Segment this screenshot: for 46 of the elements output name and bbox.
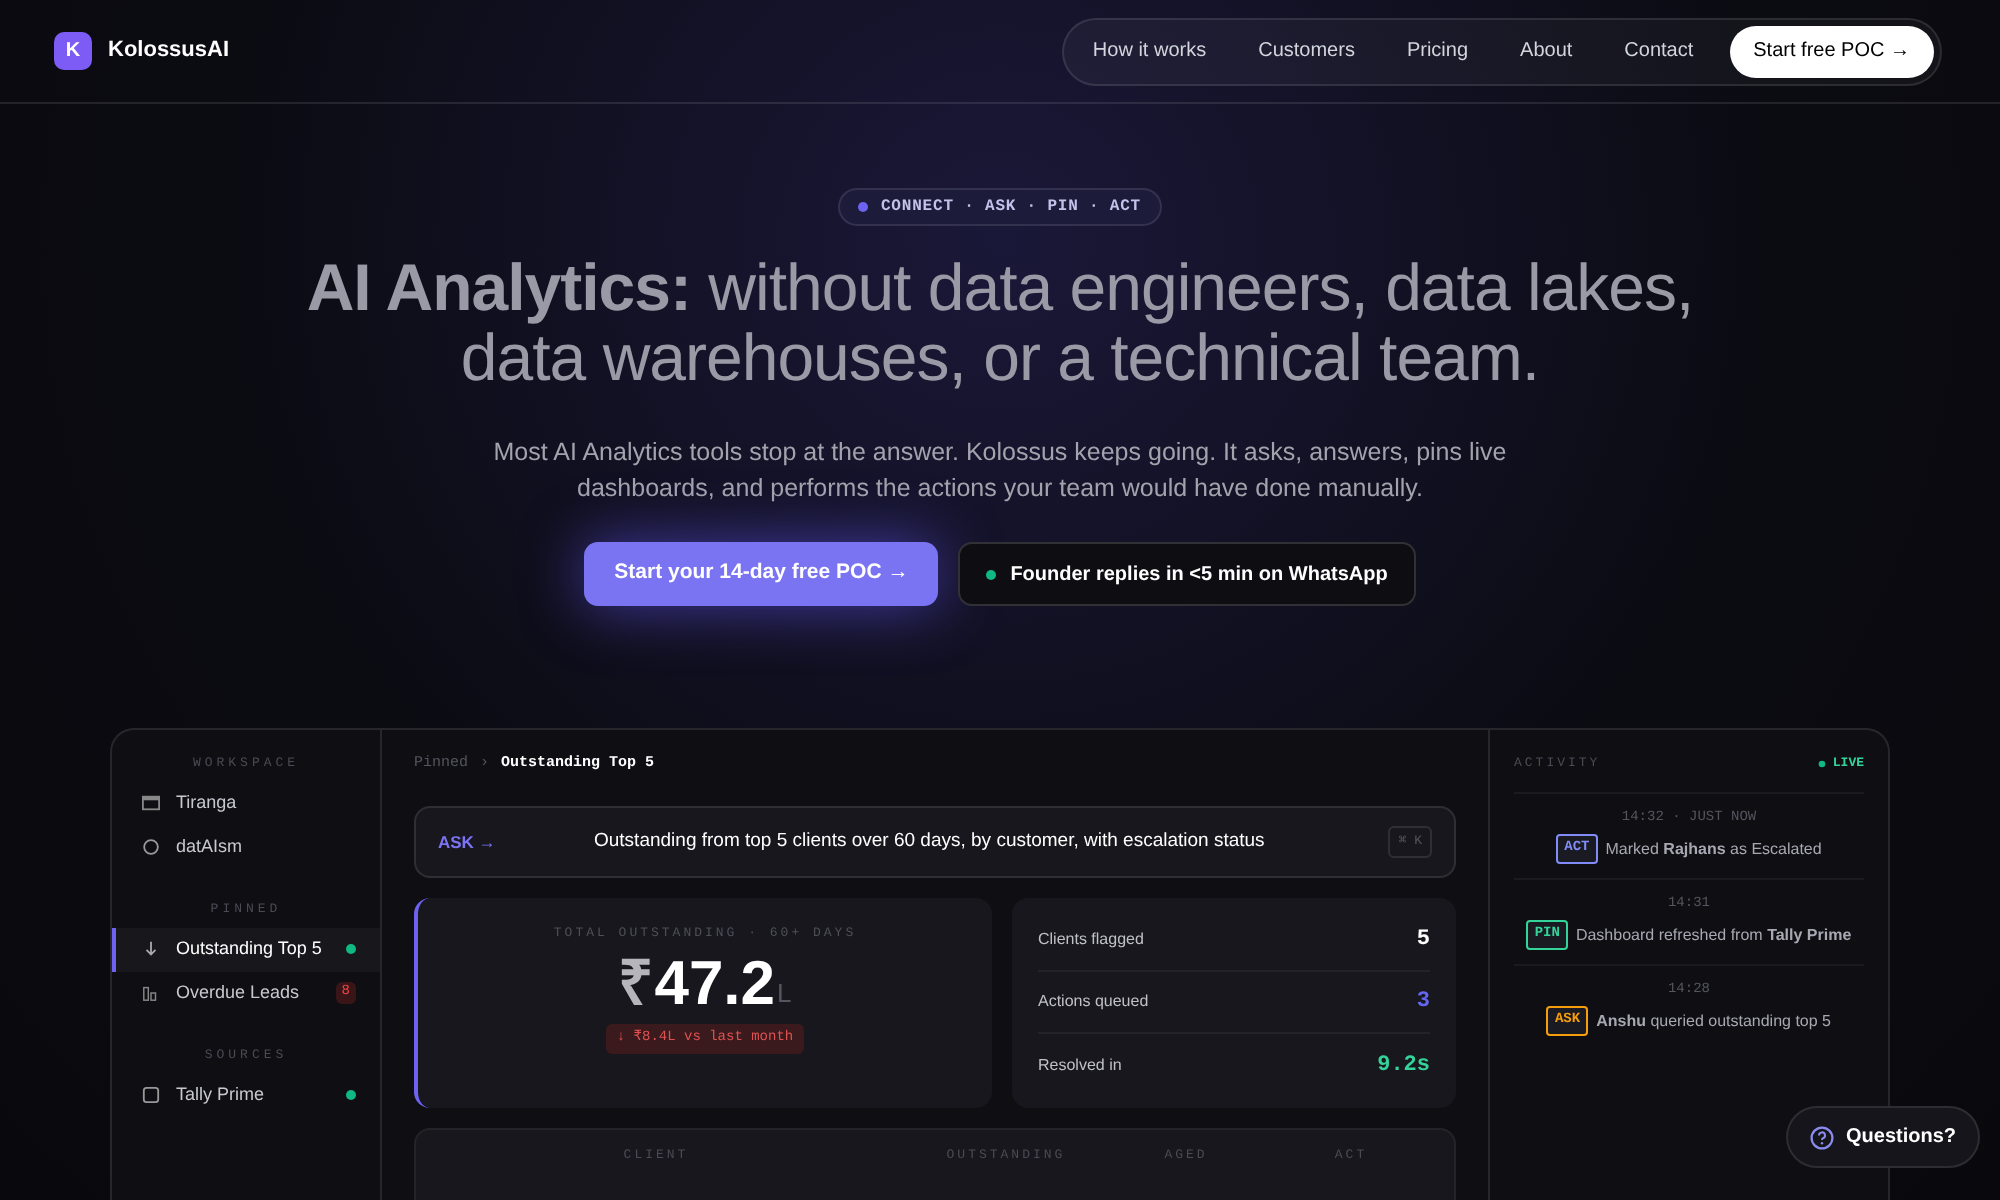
logo-mark: K	[54, 32, 92, 70]
sidebar-item[interactable]: Tiranga	[112, 781, 380, 826]
nav-link[interactable]: Pricing	[1386, 36, 1489, 66]
square-icon	[142, 1085, 160, 1104]
stat-label: Actions queued	[1038, 990, 1149, 1015]
bar-chart-icon	[142, 984, 160, 1002]
stat-label: Clients flagged	[1038, 928, 1144, 953]
sidebar-item[interactable]: Outstanding Top 5	[112, 927, 380, 971]
item-label: Tally Prime	[176, 1081, 267, 1108]
stat-value: 3	[1416, 988, 1430, 1019]
arrow-down-icon	[142, 940, 160, 958]
window-icon	[142, 794, 160, 813]
circle-icon	[142, 838, 160, 857]
event-text: Dashboard refreshed from Tally Prime	[1575, 923, 1852, 947]
kpi-value: 47.2	[654, 948, 776, 1021]
stat-label: Resolved in	[1038, 1053, 1122, 1078]
item-label: datAIsm	[176, 834, 245, 860]
live-dot-icon	[1818, 759, 1827, 768]
item-label: Tiranga	[176, 790, 239, 816]
event-text: Marked Rajhans as Escalated	[1605, 837, 1822, 861]
whatsapp-button[interactable]: Founder replies in <5 min on WhatsApp	[958, 542, 1416, 606]
nav-link[interactable]: Customers	[1238, 36, 1375, 66]
start-trial-button[interactable]: Start your 14-day free POC →	[584, 542, 939, 606]
hero-paragraph: Most AI Analytics tools stop at the answer. Kolossus keeps going. It asks, answers, pins live dashboards, and performs the actions your team would have done manually.	[491, 436, 1509, 506]
status-dot-icon	[986, 569, 997, 579]
kpi-unit: L	[777, 975, 792, 1012]
brand-name: KolossusAI	[108, 36, 230, 67]
nav-link[interactable]: Contact	[1604, 36, 1714, 66]
questions-button[interactable]: Questions?	[1786, 1106, 1981, 1168]
hero-headline: AI Analytics: without data engineers, data lakes, data warehouses, or a technical team.	[304, 252, 1696, 392]
event-text: Anshu queried outstanding top 5	[1596, 1009, 1831, 1033]
nav-link[interactable]: About	[1500, 36, 1593, 66]
currency-symbol: ₹	[618, 948, 655, 1021]
dot-icon	[858, 202, 869, 212]
item-label: Overdue Leads	[176, 979, 302, 1006]
start-poc-button[interactable]: Start free POC →	[1729, 25, 1934, 77]
stat-value: 5	[1416, 926, 1430, 957]
nav-link[interactable]: How it works	[1072, 36, 1227, 66]
ask-label: ASK →	[438, 829, 498, 856]
stat-value: 9.2s	[1377, 1051, 1430, 1082]
tagline-text: CONNECT · ASK · PIN · ACT	[880, 195, 1142, 219]
sidebar-item[interactable]: datAIsm	[112, 825, 380, 870]
ask-query: Outstanding from top 5 clients over 60 days, by customer, with escalation status	[594, 828, 1267, 857]
item-label: Outstanding Top 5	[176, 935, 324, 962]
sidebar-item[interactable]: Tally Prime	[112, 1072, 380, 1117]
help-icon	[1810, 1125, 1834, 1149]
